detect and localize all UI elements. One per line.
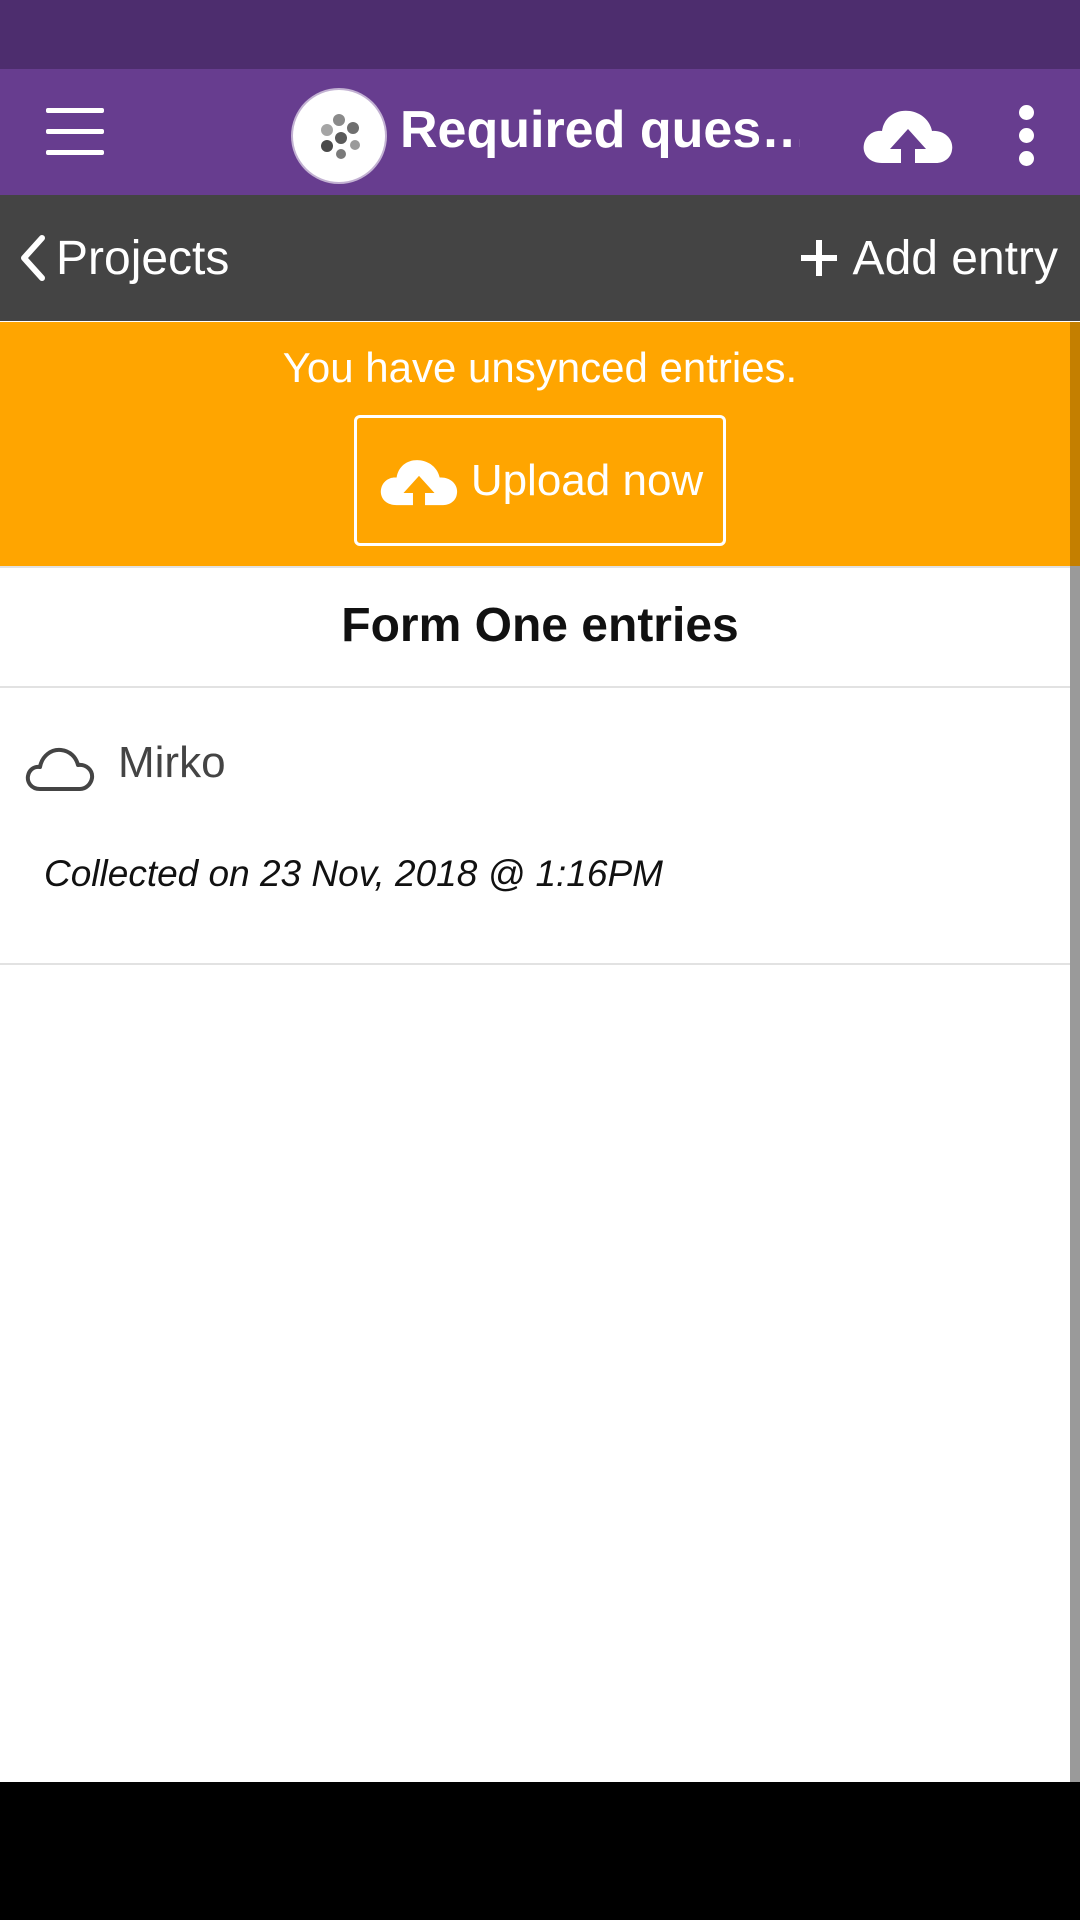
hamburger-menu-icon-line xyxy=(46,150,104,155)
nav-bar: Projects Add entry xyxy=(0,195,1080,321)
more-vertical-icon-dot xyxy=(1019,128,1034,143)
back-to-projects-button[interactable]: Projects xyxy=(18,225,229,291)
cloud-upload-icon xyxy=(863,110,953,165)
form-entries-header: Form One entries xyxy=(0,566,1070,688)
plus-icon xyxy=(800,240,837,276)
upload-now-label: Upload now xyxy=(470,455,704,505)
list-item[interactable]: Mirko Collected on 23 Nov, 2018 @ 1:16PM xyxy=(0,688,1070,965)
hamburger-menu-icon-line xyxy=(46,129,104,134)
project-logo-icon[interactable] xyxy=(293,90,385,182)
upload-now-button[interactable]: Upload now xyxy=(354,415,726,546)
unsynced-banner: You have unsynced entries. Upload now xyxy=(0,322,1070,566)
more-vertical-icon-dot xyxy=(1019,151,1034,166)
status-bar xyxy=(0,0,1080,69)
add-entry-label: Add entry xyxy=(852,231,1058,285)
more-vertical-icon xyxy=(1019,105,1034,120)
app-title: Required ques… xyxy=(400,101,800,159)
cloud-unsynced-icon xyxy=(25,747,95,791)
chevron-left-icon xyxy=(21,235,45,281)
entry-name: Mirko xyxy=(118,738,226,787)
add-entry-button[interactable]: Add entry xyxy=(799,225,1058,291)
hamburger-menu-icon xyxy=(46,108,104,113)
scrollbar-thumb[interactable] xyxy=(1070,322,1080,566)
unsynced-message: You have unsynced entries. xyxy=(282,344,798,391)
back-label: Projects xyxy=(56,231,230,285)
entry-collected-date: Collected on 23 Nov, 2018 @ 1:16PM xyxy=(44,853,663,894)
cloud-upload-icon xyxy=(380,459,457,507)
cloud-upload-button[interactable] xyxy=(860,99,956,171)
form-entries-title: Form One entries xyxy=(341,599,739,652)
overflow-menu-button[interactable] xyxy=(1002,99,1052,171)
app-bar: Required ques… xyxy=(0,69,1080,195)
system-navigation-bar xyxy=(0,1782,1080,1920)
screen: Required ques… Projects Add entry You ha… xyxy=(0,0,1080,1920)
menu-button[interactable] xyxy=(30,99,120,165)
